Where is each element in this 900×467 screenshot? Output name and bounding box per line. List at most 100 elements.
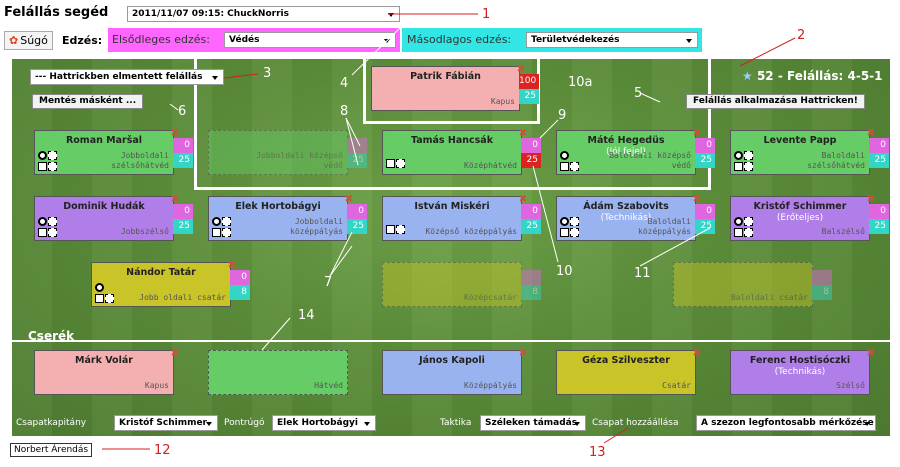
sub-card-midfielder[interactable]: János Kapoli Középpályás ✖ (382, 348, 527, 395)
player-order-controls[interactable] (38, 217, 66, 237)
player-name: Máté Hegedüs (587, 135, 665, 146)
player-name: Levente Papp (763, 135, 837, 146)
player-card-left-inner-mid[interactable]: Ádám Szabovits (Technikás) Baloldali közé… (556, 194, 715, 241)
order-box[interactable] (105, 294, 114, 303)
rating-badge: 25 (173, 153, 193, 168)
sub-name: János Kapoli (419, 355, 485, 366)
player-card-left-central-defender[interactable]: Máté Hegedüs (Jól fejel) Baloldali közép… (556, 128, 715, 175)
player-order-controls[interactable] (734, 217, 762, 237)
order-box[interactable] (212, 228, 221, 237)
attitude-select[interactable]: A szezon legfontosabb mérkőzése (696, 415, 876, 431)
setpiece-select[interactable]: Elek Hortobágyi (272, 415, 376, 431)
ball-icon (212, 217, 221, 226)
player-slot-empty[interactable]: Középcsatár 8 (382, 262, 541, 307)
order-box[interactable] (396, 159, 405, 168)
saved-lineup-select[interactable]: --- Hattrickben elmentett felállás (30, 69, 224, 85)
slot-position: Baloldali csatár (730, 293, 808, 302)
player-order-controls[interactable] (38, 151, 66, 171)
sub-card-defender[interactable]: Hátvéd (208, 350, 348, 395)
order-box[interactable] (48, 162, 57, 171)
player-position-line: Baloldali (647, 217, 691, 226)
rating-badge: 0 (521, 204, 541, 219)
order-box[interactable] (744, 217, 753, 226)
order-box[interactable] (570, 162, 579, 171)
remove-icon[interactable]: ✖ (171, 348, 179, 359)
player-order-controls[interactable] (95, 283, 123, 303)
order-box[interactable] (95, 294, 104, 303)
sub-position: Csatár (662, 381, 691, 390)
attitude-label: Csapat hozzáállása (592, 418, 679, 428)
player-card-right-inner-mid[interactable]: Elek Hortobágyi Jobboldali középpályás ✖ … (208, 194, 367, 241)
player-card-right-back[interactable]: Roman Maršal Jobboldali szélsőhátvéd ✖ 02… (34, 128, 193, 175)
player-slot-empty[interactable]: Baloldali csatár 8 (673, 262, 832, 307)
captain-select[interactable]: Kristóf Schimmer (114, 415, 218, 431)
order-box[interactable] (570, 217, 579, 226)
order-box[interactable] (386, 225, 395, 234)
order-box[interactable] (744, 162, 753, 171)
order-box[interactable] (734, 162, 743, 171)
primary-training-select[interactable]: Védés (224, 32, 396, 48)
order-box[interactable] (734, 228, 743, 237)
save-as-button[interactable]: Mentés másként ... (32, 94, 144, 109)
sub-position: Hátvéd (314, 381, 343, 390)
sub-specialty: (Technikás) (774, 367, 826, 377)
order-box[interactable] (744, 151, 753, 160)
player-slot-empty[interactable]: Jobboldali középső védő 25 (208, 130, 367, 175)
player-position: Baloldali középpályás (638, 217, 691, 237)
annotation-marker: 10a (568, 75, 593, 90)
order-box[interactable] (38, 162, 47, 171)
order-box[interactable] (560, 228, 569, 237)
order-box[interactable] (222, 217, 231, 226)
sub-card-winger[interactable]: Ferenc Hostisóczki (Technikás) Szélső ✖ (730, 348, 875, 395)
rating-badge: 0 (230, 270, 250, 285)
player-order-controls[interactable] (560, 217, 588, 237)
remove-icon[interactable]: ✖ (867, 348, 875, 359)
player-card-left-back[interactable]: Levente Papp Baloldali szélsőhátvéd ✖ 0 25 (730, 128, 889, 175)
tactic-select[interactable]: Széleken támadás (480, 415, 586, 431)
player-order-controls[interactable] (560, 151, 588, 171)
rating-badges: 25 (347, 138, 367, 168)
formation-text: 52 - Felállás: 4-5-1 (756, 69, 883, 83)
slot-position-line: Jobboldali középső (256, 151, 343, 160)
annotation-marker: 9 (558, 108, 567, 123)
secondary-training-select[interactable]: Területvédekezés (526, 32, 698, 48)
secondary-training-label: Másodlagos edzés: (407, 33, 512, 46)
order-box[interactable] (570, 228, 579, 237)
order-box[interactable] (744, 228, 753, 237)
player-order-controls[interactable] (734, 151, 762, 171)
order-box[interactable] (38, 228, 47, 237)
order-box[interactable] (222, 228, 231, 237)
help-button[interactable]: ✿ Súgó (4, 31, 53, 50)
sub-card-forward[interactable]: Géza Szilveszter Csatár ✖ (556, 348, 701, 395)
rating-badges: 0 25 (695, 138, 715, 168)
player-card-central-defender[interactable]: Tamás Hancsák Középhátvéd ✖ 0 25 (382, 128, 541, 175)
player-position: Jobb oldali csatár (139, 293, 226, 302)
player-order-controls[interactable] (386, 217, 414, 237)
player-order-controls[interactable] (386, 151, 414, 171)
player-order-controls[interactable] (212, 217, 240, 237)
player-card-inner-mid[interactable]: István Miskéri Középső középpályás ✖ 0 25 (382, 194, 541, 241)
player-card-left-winger[interactable]: Kristóf Schimmer (Erőteljes) Balszélső ✖… (730, 194, 889, 241)
player-name: Patrik Fábián (410, 71, 481, 82)
remove-icon[interactable]: ✖ (519, 348, 527, 359)
order-box[interactable] (48, 228, 57, 237)
chevron-down-icon (212, 76, 218, 80)
order-box[interactable] (386, 159, 395, 168)
rating-badges: 8 (521, 270, 541, 300)
sub-name: Géza Szilveszter (582, 355, 670, 366)
order-box[interactable] (396, 225, 405, 234)
sub-card-goalkeeper[interactable]: Márk Volár Kapus ✖ (34, 348, 179, 395)
order-box[interactable] (48, 217, 57, 226)
rating-badge: 0 (695, 204, 715, 219)
player-position-line: Jobboldali (120, 151, 169, 160)
order-box[interactable] (48, 151, 57, 160)
lineup-select[interactable]: 2011/11/07 09:15: ChuckNorris (127, 6, 400, 22)
player-card-goalkeeper[interactable]: Patrik Fábián Kapus ✖ 100 25 (371, 64, 539, 111)
player-card-right-winger[interactable]: Dominik Hudák Jobbszélső ✖ 0 25 (34, 194, 193, 241)
order-box[interactable] (560, 162, 569, 171)
chevron-down-icon (574, 422, 580, 426)
player-card-right-forward[interactable]: Nándor Tatár Jobb oldali csatár ✖ 08 (91, 260, 250, 307)
apply-lineup-button[interactable]: Felállás alkalmazása Hattricken! (686, 94, 865, 109)
remove-icon[interactable]: ✖ (693, 348, 701, 359)
player-name: István Miskéri (414, 201, 490, 212)
